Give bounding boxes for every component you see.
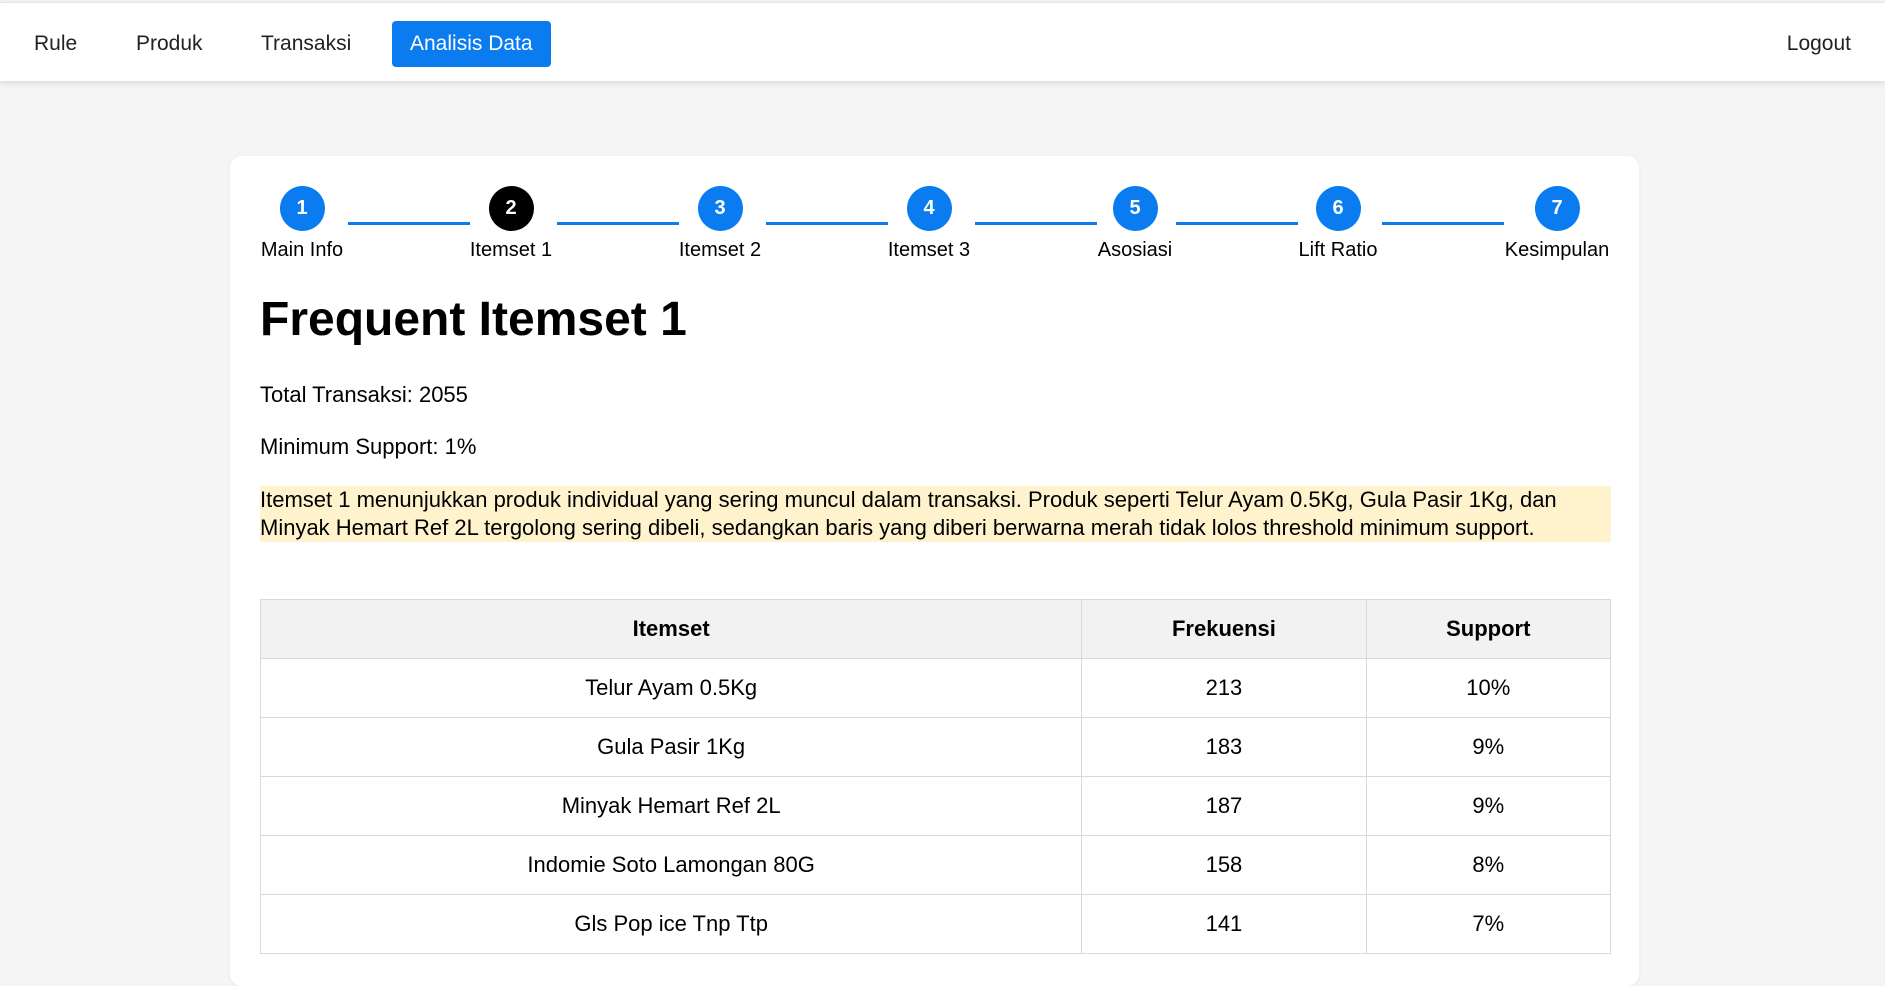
table-row: Gula Pasir 1Kg 183 9% xyxy=(259,717,1612,777)
cell-itemset: Gls Pop ice Tnp Ttp xyxy=(259,894,1083,954)
cell-frekuensi: 141 xyxy=(1081,894,1367,954)
step-circle[interactable]: 7 xyxy=(1534,186,1580,231)
header-support: Support xyxy=(1365,599,1612,659)
header-itemset: Itemset xyxy=(259,599,1083,659)
step-label: Itemset 2 xyxy=(678,239,762,261)
cell-support: 8% xyxy=(1365,835,1612,895)
minimum-support: Minimum Support: 1% xyxy=(260,434,477,459)
step-itemset-2[interactable]: 3 Itemset 2 xyxy=(655,186,785,262)
nav-transaksi[interactable]: Transaksi xyxy=(243,21,369,67)
stepper: 1 Main Info 2 Itemset 1 3 Itemset 2 4 It… xyxy=(260,186,1611,266)
info-note: Itemset 1 menunjukkan produk individual … xyxy=(260,486,1611,542)
cell-support: 9% xyxy=(1365,776,1612,836)
step-circle[interactable]: 3 xyxy=(697,186,743,231)
analysis-card: 1 Main Info 2 Itemset 1 3 Itemset 2 4 It… xyxy=(230,156,1639,986)
total-transaksi: Total Transaksi: 2055 xyxy=(260,382,468,407)
table-header-row: Itemset Frekuensi Support xyxy=(259,599,1612,659)
cell-frekuensi: 213 xyxy=(1081,658,1367,718)
cell-support: 10% xyxy=(1365,658,1612,718)
step-itemset-1[interactable]: 2 Itemset 1 xyxy=(446,186,576,262)
step-main-info[interactable]: 1 Main Info xyxy=(237,186,367,262)
nav-analisis-data[interactable]: Analisis Data xyxy=(392,21,551,67)
step-label: Lift Ratio xyxy=(1298,239,1378,261)
step-circle-current[interactable]: 2 xyxy=(488,186,534,231)
table-row: Minyak Hemart Ref 2L 187 9% xyxy=(259,776,1612,836)
table-row: Telur Ayam 0.5Kg 213 10% xyxy=(259,658,1612,718)
cell-support: 9% xyxy=(1365,717,1612,777)
step-circle[interactable]: 6 xyxy=(1315,186,1361,231)
cell-support: 7% xyxy=(1365,894,1612,954)
step-circle[interactable]: 5 xyxy=(1112,186,1158,231)
logout-button[interactable]: Logout xyxy=(1769,21,1869,67)
cell-itemset: Telur Ayam 0.5Kg xyxy=(259,658,1083,718)
cell-frekuensi: 187 xyxy=(1081,776,1367,836)
nav-rule[interactable]: Rule xyxy=(16,21,95,67)
step-kesimpulan[interactable]: 7 Kesimpulan xyxy=(1492,186,1622,262)
header-frekuensi: Frekuensi xyxy=(1081,599,1367,659)
step-label: Asosiasi xyxy=(1097,239,1173,261)
step-circle[interactable]: 1 xyxy=(279,186,325,231)
step-label: Kesimpulan xyxy=(1504,239,1610,261)
step-itemset-3[interactable]: 4 Itemset 3 xyxy=(864,186,994,262)
nav-produk[interactable]: Produk xyxy=(118,21,221,67)
step-label: Itemset 1 xyxy=(469,239,553,261)
top-navbar: Rule Produk Transaksi Analisis Data Logo… xyxy=(0,2,1885,81)
step-lift-ratio[interactable]: 6 Lift Ratio xyxy=(1273,186,1403,262)
cell-frekuensi: 183 xyxy=(1081,717,1367,777)
step-circle[interactable]: 4 xyxy=(906,186,952,231)
cell-itemset: Gula Pasir 1Kg xyxy=(259,717,1083,777)
cell-itemset: Indomie Soto Lamongan 80G xyxy=(259,835,1083,895)
cell-itemset: Minyak Hemart Ref 2L xyxy=(259,776,1083,836)
step-asosiasi[interactable]: 5 Asosiasi xyxy=(1070,186,1200,262)
step-label: Itemset 3 xyxy=(887,239,971,261)
itemset-table: Itemset Frekuensi Support Telur Ayam 0.5… xyxy=(259,599,1612,954)
page-title: Frequent Itemset 1 xyxy=(260,293,687,346)
step-label: Main Info xyxy=(260,239,344,261)
table-row: Gls Pop ice Tnp Ttp 141 7% xyxy=(259,894,1612,954)
table-row: Indomie Soto Lamongan 80G 158 8% xyxy=(259,835,1612,895)
cell-frekuensi: 158 xyxy=(1081,835,1367,895)
